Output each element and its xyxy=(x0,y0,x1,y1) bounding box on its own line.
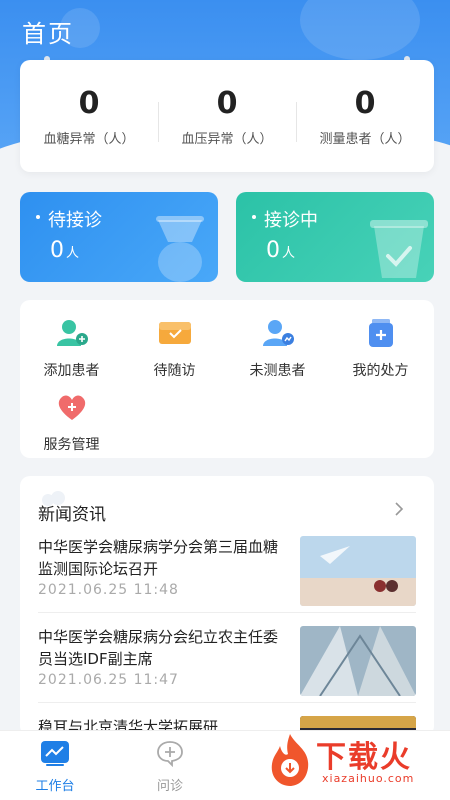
watermark-url: xiazaihuo.com xyxy=(322,772,415,785)
page-title: 首页 xyxy=(22,20,74,48)
news-thumbnail xyxy=(300,536,416,606)
watermark-text: 下载火 xyxy=(316,740,412,775)
news-divider xyxy=(38,702,416,703)
stat-blood-pressure-abnormal[interactable]: 0 血压异常（人） xyxy=(158,86,296,147)
cup-check-icon xyxy=(370,220,428,278)
quick-prescription[interactable]: 我的处方 xyxy=(329,318,432,380)
quick-service-management[interactable]: 服务管理 xyxy=(20,392,123,454)
quick-label: 添加患者 xyxy=(43,363,100,379)
tab-label: 问诊 xyxy=(156,779,183,794)
pending-consultation-card[interactable]: 待接诊 0人 xyxy=(20,192,218,282)
news-title: 中华医学会糖尿病学分会第三届血糖监测国际论坛召开 xyxy=(38,538,279,578)
status-count: 0人 xyxy=(50,238,80,263)
bottom-tab-bar: 工作台 问诊 下载火 xiazaihuo.com xyxy=(0,730,450,800)
stat-value: 0 xyxy=(354,85,376,121)
news-section-title: 新闻资讯 xyxy=(38,505,106,525)
watermark: 下载火 xiazaihuo.com xyxy=(264,726,444,796)
status-title: 待接诊 xyxy=(36,206,102,232)
stats-card: 0 血糖异常（人） 0 血压异常（人） 0 测量患者（人） xyxy=(20,60,434,172)
tab-workbench[interactable]: 工作台 xyxy=(20,739,90,794)
news-card: 新闻资讯 中华医学会糖尿病学分会第三届血糖监测国际论坛召开 2021.06.25… xyxy=(20,476,434,736)
decor-bubble xyxy=(300,0,420,60)
quick-label: 我的处方 xyxy=(352,363,409,379)
followup-icon xyxy=(158,322,191,344)
prescription-icon xyxy=(368,319,393,347)
stat-blood-sugar-abnormal[interactable]: 0 血糖异常（人） xyxy=(20,86,158,147)
stat-value: 0 xyxy=(78,85,100,121)
add-patient-icon xyxy=(56,320,88,346)
stat-label: 血糖异常（人） xyxy=(43,131,135,147)
news-item[interactable]: 中华医学会糖尿病分会纪立农主任委员当选IDF副主席 2021.06.25 11:… xyxy=(38,626,416,710)
tab-label: 工作台 xyxy=(35,779,75,794)
quick-add-patient[interactable]: 添加患者 xyxy=(20,318,123,380)
stat-value: 0 xyxy=(216,85,238,121)
chevron-right-icon[interactable] xyxy=(394,502,404,516)
in-consultation-card[interactable]: 接诊中 0人 xyxy=(236,192,434,282)
hourglass-icon xyxy=(156,216,204,282)
stat-label: 血压异常（人） xyxy=(181,131,273,147)
quick-label: 待随访 xyxy=(153,363,196,379)
quick-unmeasured-patient[interactable]: 未测患者 xyxy=(226,318,329,380)
workbench-icon xyxy=(41,741,69,766)
status-count: 0人 xyxy=(266,238,296,263)
news-item[interactable]: 中华医学会糖尿病学分会第三届血糖监测国际论坛召开 2021.06.25 11:4… xyxy=(38,536,416,620)
news-title: 中华医学会糖尿病分会纪立农主任委员当选IDF副主席 xyxy=(38,628,279,668)
quick-followup[interactable]: 待随访 xyxy=(123,318,226,380)
status-title: 接诊中 xyxy=(252,206,318,232)
unmeasured-patient-icon xyxy=(262,320,294,346)
tab-consultation[interactable]: 问诊 xyxy=(135,739,205,794)
quick-label: 未测患者 xyxy=(249,363,306,379)
flame-logo-icon xyxy=(271,734,309,786)
stat-measured-patients[interactable]: 0 测量患者（人） xyxy=(296,86,434,147)
news-divider xyxy=(38,612,416,613)
news-thumbnail xyxy=(300,626,416,696)
quick-actions-card: 添加患者 待随访 未测患者 我的处方 服务管理 xyxy=(20,300,434,458)
service-heart-icon xyxy=(58,395,85,420)
quick-label: 服务管理 xyxy=(43,437,100,453)
stat-label: 测量患者（人） xyxy=(319,131,411,147)
consultation-icon xyxy=(157,741,183,768)
